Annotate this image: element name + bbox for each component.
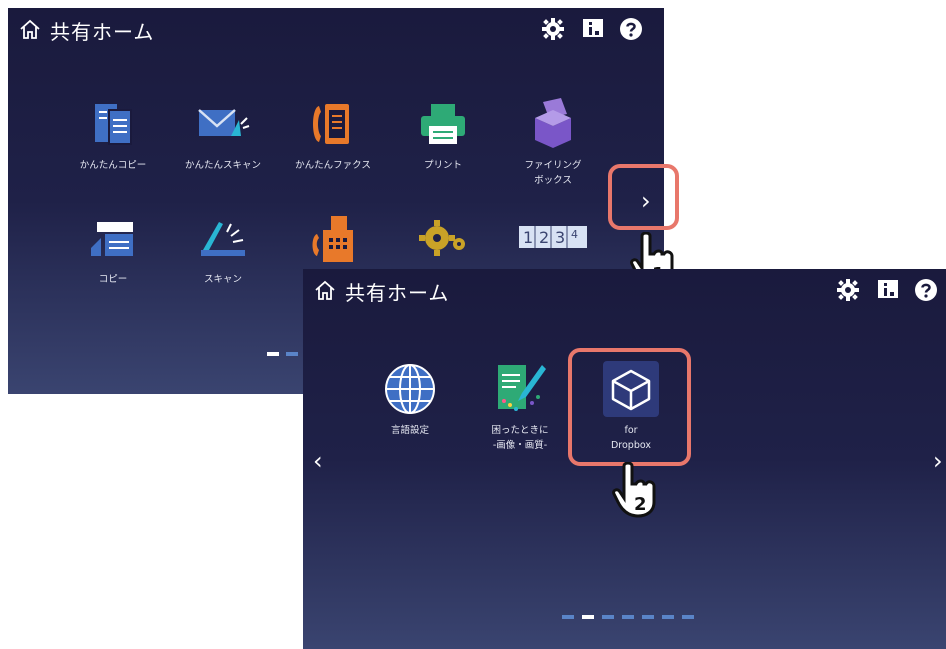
cleaning-brush-icon (498, 365, 546, 411)
tile-label: かんたんコピー (79, 160, 147, 171)
tile-easy-copy[interactable]: かんたんコピー (58, 96, 168, 173)
prev-page-arrow[interactable]: ‹ (313, 449, 323, 473)
tile-filing-box[interactable]: ファイリング ボックス (498, 96, 608, 188)
tile-easy-scan[interactable]: かんたんスキャン (168, 96, 278, 173)
info-icon[interactable] (581, 17, 605, 41)
tile-label: かんたんファクス (295, 160, 371, 171)
tile-label: コピー (98, 274, 128, 285)
gear-icon[interactable] (836, 278, 860, 302)
svg-text:2: 2 (539, 228, 549, 247)
home-icon[interactable] (18, 18, 42, 42)
page-dot[interactable] (602, 615, 614, 619)
tile-label: ファイリング ボックス (524, 160, 582, 186)
tile-scan[interactable]: スキャン (168, 210, 278, 287)
tile-settings[interactable] (388, 210, 498, 272)
svg-text:4: 4 (571, 228, 578, 241)
help-icon[interactable] (914, 278, 938, 302)
page-dot[interactable] (642, 615, 654, 619)
page-dot[interactable] (622, 615, 634, 619)
header: 共有ホーム (8, 8, 664, 52)
next-page-arrow[interactable]: › (933, 449, 943, 473)
info-icon[interactable] (876, 278, 900, 302)
svg-text:3: 3 (555, 228, 565, 247)
easy-copy-icon (95, 104, 132, 145)
counter-icon: 1234 (519, 226, 587, 248)
scan-icon (201, 222, 245, 256)
tile-label: 困ったときに -画像・画質- (491, 425, 549, 451)
easy-fax-icon (313, 104, 349, 144)
tile-language-settings[interactable]: 言語設定 (355, 361, 465, 438)
step-number: 2 (634, 494, 647, 515)
gear-icon[interactable] (541, 17, 565, 41)
print-icon (421, 104, 465, 144)
svg-text:1: 1 (523, 228, 533, 247)
globe-icon (385, 364, 435, 414)
fax-icon (312, 216, 353, 262)
filing-box-icon (535, 98, 571, 148)
highlight-next-arrow (608, 164, 679, 230)
tile-copy[interactable]: コピー (58, 210, 168, 287)
tile-print[interactable]: プリント (388, 96, 498, 173)
tile-label: 言語設定 (390, 425, 429, 436)
tile-counter[interactable]: 1234 (498, 210, 608, 272)
page-title: 共有ホーム (345, 281, 450, 305)
home-icon[interactable] (313, 279, 337, 303)
tile-label: スキャン (203, 274, 242, 285)
highlight-dropbox-tile (568, 348, 691, 466)
gears-icon (419, 220, 465, 256)
page-dot[interactable] (286, 352, 298, 356)
tile-easy-fax[interactable]: かんたんファクス (278, 96, 388, 173)
tile-label: プリント (423, 160, 462, 171)
tile-label: かんたんスキャン (184, 160, 261, 171)
header: 共有ホーム (303, 269, 946, 313)
page-title: 共有ホーム (50, 20, 155, 44)
page-dot-active[interactable] (267, 352, 279, 356)
page-dot[interactable] (562, 615, 574, 619)
hand-pointer-icon: 2 (612, 462, 656, 518)
page-dot-active[interactable] (582, 615, 594, 619)
help-icon[interactable] (619, 17, 643, 41)
page-dot[interactable] (682, 615, 694, 619)
tile-fax[interactable] (278, 210, 388, 272)
tile-troubleshoot-image-quality[interactable]: 困ったときに -画像・画質- (465, 361, 575, 453)
page-dot[interactable] (662, 615, 674, 619)
easy-scan-icon (198, 109, 250, 136)
copy-icon (91, 222, 133, 256)
